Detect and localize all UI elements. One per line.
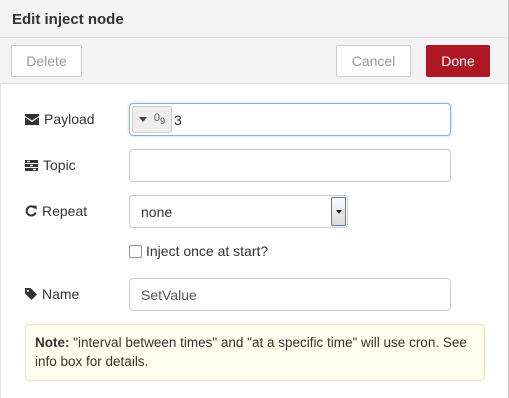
tag-icon xyxy=(25,288,37,300)
topic-label: Topic xyxy=(25,157,76,173)
repeat-label-text: Repeat xyxy=(42,203,88,219)
repeat-icon xyxy=(25,205,37,217)
cron-note: Note: "interval between times" and "at a… xyxy=(25,324,485,381)
delete-button[interactable]: Delete xyxy=(11,45,82,77)
envelope-icon xyxy=(25,113,39,125)
topic-label-text: Topic xyxy=(43,157,76,173)
name-value[interactable]: SetValue xyxy=(130,287,197,303)
payload-label: Payload xyxy=(25,111,95,127)
note-bold: Note: xyxy=(35,335,70,350)
done-button[interactable]: Done xyxy=(426,45,490,77)
name-label-text: Name xyxy=(42,286,80,302)
repeat-select-value: none xyxy=(141,203,173,220)
inject-once-row: Inject once at start? xyxy=(129,243,268,259)
payload-value[interactable]: 3 xyxy=(174,112,182,128)
payload-input[interactable]: 09 3 xyxy=(129,103,451,136)
cancel-button[interactable]: Cancel xyxy=(336,45,411,77)
name-input[interactable]: SetValue xyxy=(129,278,451,311)
inject-once-checkbox[interactable] xyxy=(129,244,142,258)
number-type-icon: 09 xyxy=(153,111,166,127)
tasks-icon xyxy=(25,159,38,171)
repeat-label: Repeat xyxy=(25,203,87,219)
note-text: "interval between times" and "at a speci… xyxy=(35,335,467,369)
tray-toolbar: Delete Cancel Done xyxy=(0,38,509,84)
inject-once-label: Inject once at start? xyxy=(146,243,269,259)
payload-type-button[interactable]: 09 xyxy=(132,106,172,133)
tray-header: Edit inject node xyxy=(0,0,509,38)
select-arrow-icon[interactable] xyxy=(331,197,346,226)
caret-down-icon xyxy=(138,117,147,122)
tray-title: Edit inject node xyxy=(12,11,124,28)
payload-label-text: Payload xyxy=(44,111,95,127)
topic-input[interactable] xyxy=(129,149,451,182)
name-label: Name xyxy=(25,286,79,302)
repeat-select[interactable]: none xyxy=(129,195,348,228)
